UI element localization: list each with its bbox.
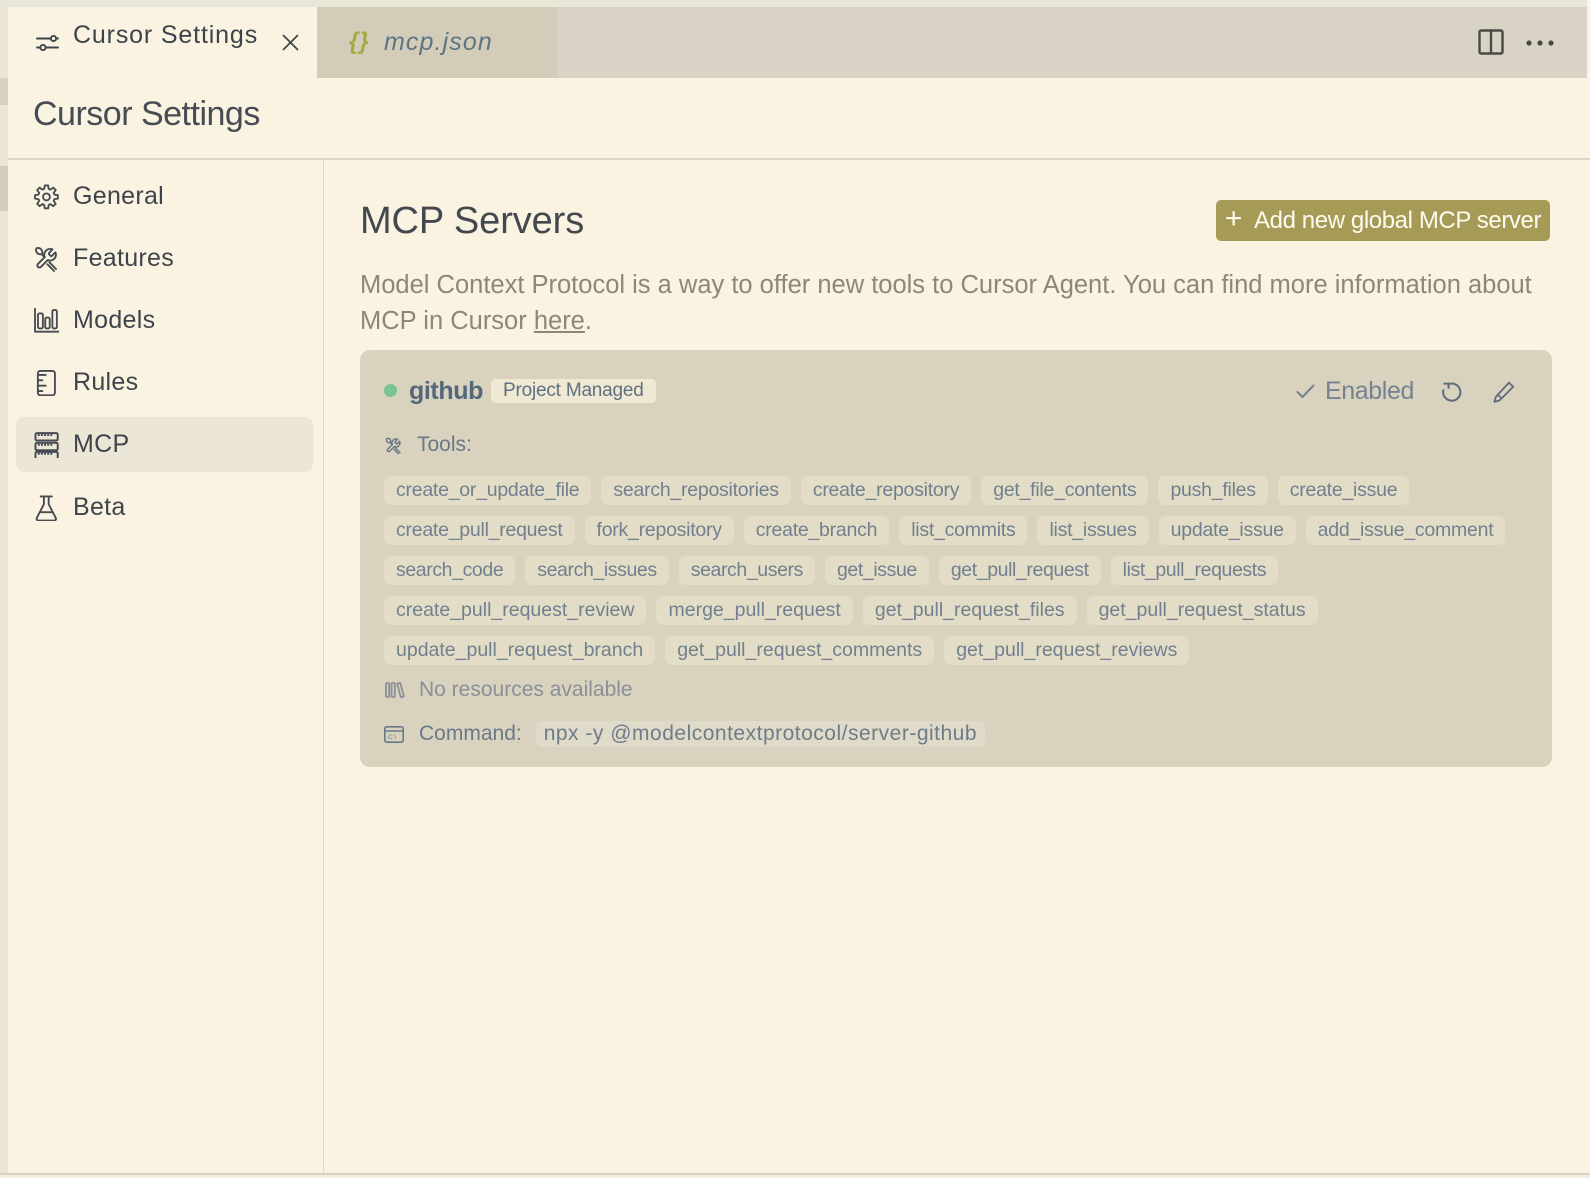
svg-text:C:\: C:\ (388, 734, 397, 741)
